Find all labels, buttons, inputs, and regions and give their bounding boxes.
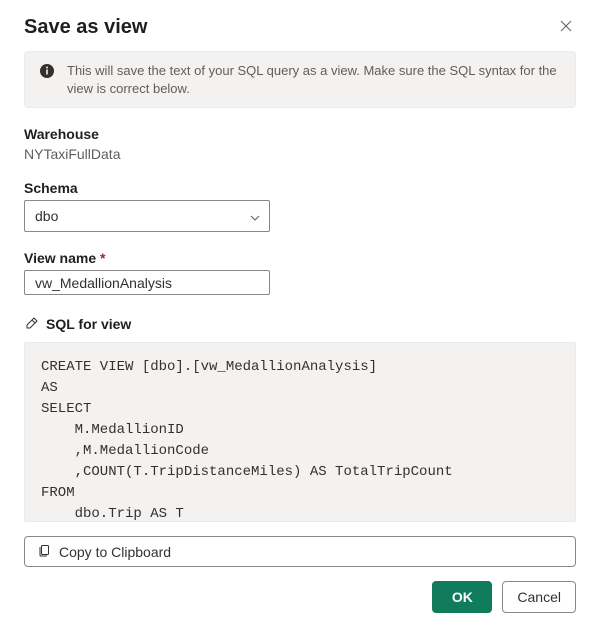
info-icon bbox=[39, 63, 55, 79]
close-icon[interactable] bbox=[556, 16, 576, 38]
copy-icon bbox=[37, 543, 51, 560]
schema-selected-value: dbo bbox=[35, 208, 58, 224]
view-name-label-text: View name bbox=[24, 250, 96, 266]
info-banner: This will save the text of your SQL quer… bbox=[24, 51, 576, 108]
view-name-input[interactable] bbox=[24, 270, 270, 295]
info-text: This will save the text of your SQL quer… bbox=[67, 62, 561, 97]
warehouse-value: NYTaxiFullData bbox=[24, 146, 576, 162]
sql-code-box[interactable]: CREATE VIEW [dbo].[vw_MedallionAnalysis]… bbox=[24, 342, 576, 522]
dialog-header: Save as view bbox=[24, 16, 576, 39]
sql-header-text: SQL for view bbox=[46, 316, 131, 332]
required-asterisk: * bbox=[100, 250, 105, 266]
view-name-label: View name * bbox=[24, 250, 576, 266]
schema-label: Schema bbox=[24, 180, 576, 196]
dialog-footer: OK Cancel bbox=[24, 567, 576, 613]
schema-select[interactable]: dbo bbox=[24, 200, 270, 232]
sql-header: SQL for view bbox=[24, 315, 576, 332]
cancel-button[interactable]: Cancel bbox=[502, 581, 576, 613]
ok-button[interactable]: OK bbox=[432, 581, 492, 613]
copy-to-clipboard-button[interactable]: Copy to Clipboard bbox=[24, 536, 576, 567]
dialog-title: Save as view bbox=[24, 16, 147, 39]
save-as-view-dialog: Save as view This will save the text of … bbox=[0, 0, 600, 633]
eraser-icon bbox=[24, 315, 38, 332]
warehouse-label: Warehouse bbox=[24, 126, 576, 142]
copy-button-label: Copy to Clipboard bbox=[59, 544, 171, 560]
